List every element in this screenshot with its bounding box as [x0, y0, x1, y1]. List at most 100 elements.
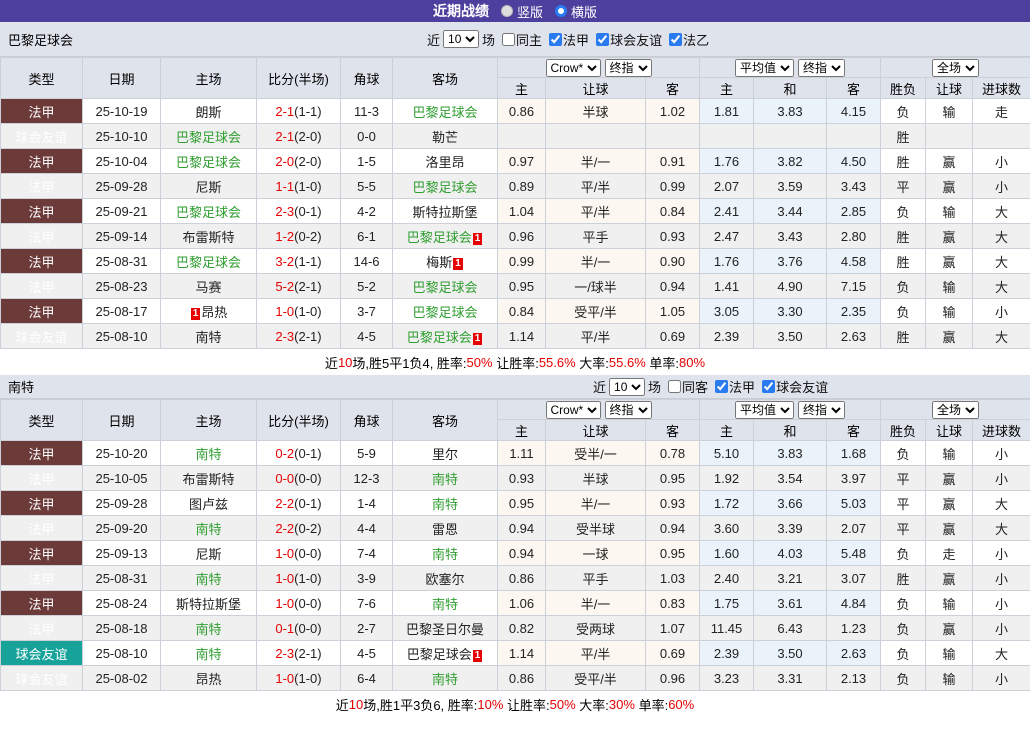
fulltime-score: 1-0: [275, 670, 295, 686]
asian-home-odds: 0.89: [497, 173, 546, 199]
asian-away-odds: 0.96: [645, 665, 700, 691]
odds-source-select[interactable]: 平均值: [735, 58, 794, 77]
team-home: 南特: [160, 565, 257, 591]
result-wdl: 胜: [880, 565, 927, 591]
euro-home-odds: 1.75: [699, 590, 754, 616]
corner-count: 4-4: [340, 515, 393, 541]
odds-source-select[interactable]: Crow*: [545, 58, 601, 77]
asian-away-odds: 1.02: [645, 98, 700, 124]
odds-source-select[interactable]: 终指: [604, 400, 652, 419]
sub-col-header-客: 客: [825, 419, 882, 441]
odds-source-select[interactable]: 终指: [798, 400, 845, 419]
odds-source-select[interactable]: 全场: [932, 400, 980, 419]
euro-draw-odds: 3.50: [753, 640, 827, 666]
home-team-name: 尼斯: [195, 546, 222, 562]
euro-away-odds: 2.35: [825, 298, 882, 324]
summary-segment: 50%: [549, 696, 576, 712]
filter-checkbox-法甲[interactable]: 法甲: [710, 377, 755, 396]
sub-col-header-让球: 让球: [545, 419, 646, 441]
result-handicap: 输: [925, 273, 974, 299]
odds-source-select[interactable]: 终指: [798, 58, 845, 77]
checkbox-input[interactable]: [502, 32, 516, 46]
filter-checkbox-同客[interactable]: 同客: [663, 377, 708, 396]
away-team-name: 洛里昂: [425, 154, 465, 170]
fulltime-score: 3-2: [275, 253, 295, 269]
result-handicap: 赢: [925, 148, 974, 174]
summary-line: 近 10 场,胜5平1负4, 胜率: 50% 让胜率: 55.6% 大率: 55.6% 单…: [0, 349, 1030, 375]
summary-segment: 大率:: [575, 697, 609, 713]
euro-away-odds: 2.07: [825, 515, 882, 541]
team-home: 马赛: [160, 273, 257, 299]
asian-home-odds: 0.95: [497, 490, 546, 516]
odds-group-0: Crow* 终指: [497, 57, 700, 78]
layout-radio-竖版[interactable]: 竖版: [500, 2, 543, 21]
checkbox-label: 法甲: [563, 32, 590, 48]
odds-source-select[interactable]: 平均值: [735, 400, 794, 419]
away-team-name: 巴黎圣日尔曼: [405, 621, 484, 637]
corner-count: 0-0: [340, 123, 393, 149]
checkbox-input[interactable]: [762, 380, 776, 393]
odds-source-select[interactable]: 全场: [932, 58, 980, 77]
checkbox-input[interactable]: [596, 32, 610, 46]
sub-col-header-客: 客: [825, 77, 882, 99]
recent-count-select[interactable]: 10: [609, 377, 646, 396]
fulltime-score: 1-1: [275, 178, 295, 194]
asian-away-odds: 0.69: [645, 323, 700, 349]
corner-count: 14-6: [340, 248, 393, 274]
fulltime-score: 1-0: [275, 570, 295, 586]
checkbox-input[interactable]: [669, 32, 683, 46]
checkbox-input[interactable]: [549, 32, 563, 46]
filter-checkbox-球会友谊[interactable]: 球会友谊: [591, 30, 662, 49]
asian-handicap: 平手: [545, 223, 646, 249]
euro-home-odds: 1.76: [699, 148, 754, 174]
match-row: 法甲 25-09-28 尼斯 1-1(1-0) 5-5 巴黎足球会 0.89 平/半 0.99 2…: [0, 173, 1030, 199]
odds-source-select[interactable]: Crow*: [545, 400, 601, 419]
odds-source-select[interactable]: 终指: [604, 58, 652, 77]
filter-group: 近 10 场 同客 法甲 球会友谊: [593, 377, 828, 396]
checkbox-input[interactable]: [668, 380, 682, 393]
match-row: 法甲 25-09-20 南特 2-2(0-2) 4-4 雷恩 0.94 受半球 0.94 3.60…: [0, 515, 1030, 541]
halftime-score: (0-1): [294, 445, 322, 461]
result-handicap: 输: [925, 298, 974, 324]
filter-checkbox-法乙[interactable]: 法乙: [664, 30, 709, 49]
section-team-name: 南特: [8, 380, 35, 395]
odds-group-2: 全场: [880, 57, 1030, 78]
team-away: 巴黎足球会 1: [392, 640, 498, 666]
away-team-name: 南特: [431, 546, 458, 562]
result-goals: 大: [972, 248, 1030, 274]
team-away: 里尔: [392, 440, 498, 466]
team-away: 南特: [392, 465, 498, 491]
result-goals: 大: [972, 515, 1030, 541]
asian-away-odds: 0.90: [645, 248, 700, 274]
euro-away-odds: 2.63: [825, 323, 882, 349]
filter-checkbox-法甲[interactable]: 法甲: [544, 30, 589, 49]
result-wdl: 负: [880, 640, 927, 666]
match-date: 25-09-20: [82, 515, 161, 541]
euro-draw-odds: 3.39: [753, 515, 827, 541]
match-score: 1-0(1-0): [256, 665, 341, 691]
result-wdl: 平: [880, 465, 927, 491]
match-type: 法甲: [0, 565, 83, 591]
result-goals: 大: [972, 273, 1030, 299]
result-handicap: 赢: [925, 515, 974, 541]
radio-icon: [500, 5, 513, 17]
recent-count-select[interactable]: 10: [443, 30, 480, 48]
layout-radio-横版[interactable]: 横版: [555, 2, 597, 21]
asian-home-odds: 0.94: [497, 540, 546, 566]
checkbox-input[interactable]: [715, 380, 729, 393]
home-team-name: 斯特拉斯堡: [175, 596, 241, 612]
recent-label-suffix: 场: [648, 380, 662, 395]
team-away: 梅斯 1: [392, 248, 498, 274]
euro-home-odds: 1.41: [699, 273, 754, 299]
match-score: 2-0(2-0): [256, 148, 341, 174]
match-date: 25-09-21: [82, 198, 161, 224]
red-card-badge: 1: [472, 332, 483, 345]
euro-away-odds: 5.03: [825, 490, 882, 516]
red-card-badge: 1: [472, 649, 483, 662]
asian-away-odds: 0.69: [645, 640, 700, 666]
filter-checkbox-同主[interactable]: 同主: [497, 30, 542, 49]
filter-checkbox-球会友谊[interactable]: 球会友谊: [757, 377, 828, 396]
team-away: 巴黎足球会 1: [392, 223, 498, 249]
match-row: 法甲 25-09-21 巴黎足球会 2-3(0-1) 4-2 斯特拉斯堡 1.04 平/半 0.…: [0, 198, 1030, 224]
match-type: 法甲: [0, 298, 83, 324]
